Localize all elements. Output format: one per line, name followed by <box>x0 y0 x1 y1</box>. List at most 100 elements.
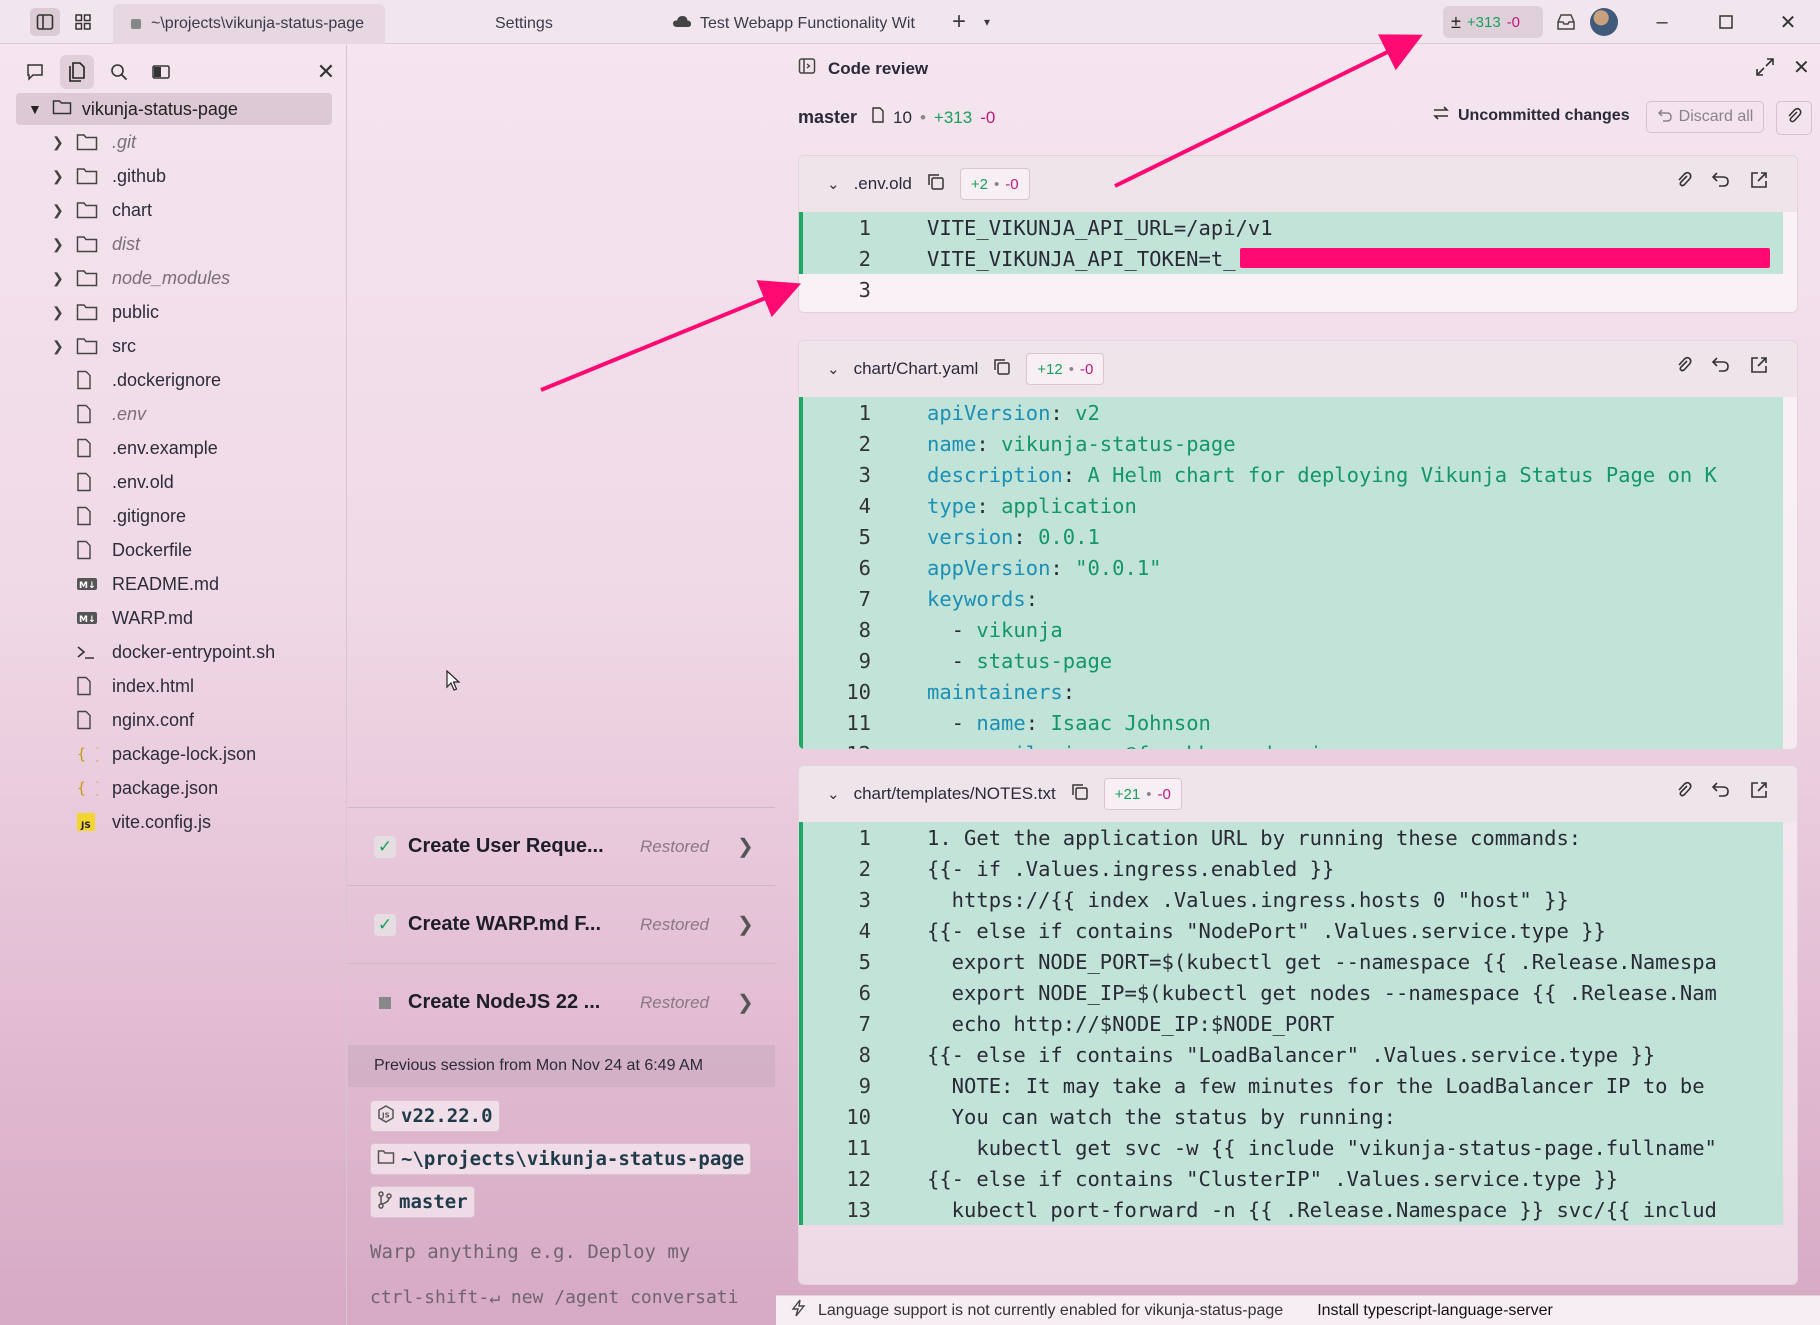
tree-item[interactable]: { } package.json <box>16 771 332 805</box>
tree-item[interactable]: { } package-lock.json <box>16 737 332 771</box>
tree-item[interactable]: ❯ dist <box>16 227 332 261</box>
uncommitted-changes-dropdown[interactable]: Uncommitted changes <box>1432 105 1630 126</box>
tab-project[interactable]: ~\projects\vikunja-status-page <box>113 4 385 44</box>
line-text: 1. Get the application URL by running th… <box>927 825 1582 850</box>
mouse-cursor-icon <box>446 670 461 691</box>
line-text: {{- if .Values.ingress.enabled }} <box>927 856 1335 881</box>
copy-icon[interactable] <box>926 172 946 197</box>
code-line: 11 - name: Isaac Johnson <box>799 707 1783 738</box>
line-content: type: application <box>927 493 1137 518</box>
revert-icon[interactable] <box>1711 170 1731 195</box>
line-number: 8 <box>858 1042 871 1067</box>
attach-all-button[interactable] <box>1776 101 1812 135</box>
branch-chip[interactable]: master <box>370 1186 475 1218</box>
diff-summary-button[interactable]: ± +313 -0 <box>1443 6 1543 38</box>
maximize-icon[interactable] <box>1700 4 1752 40</box>
diff-file: ⌄ chart/templates/NOTES.txt +21 • -0 1 1. Get … <box>798 765 1798 1285</box>
tree-root-folder[interactable]: ▼ vikunja-status-page <box>16 93 332 125</box>
chevron-right-icon: ❯ <box>52 269 64 286</box>
tree-item[interactable]: M↓ WARP.md <box>16 601 332 635</box>
tree-item[interactable]: ❯ .git <box>16 125 332 159</box>
close-review-icon[interactable]: ✕ <box>1793 55 1810 80</box>
line-number: 2 <box>858 856 871 881</box>
tree-item[interactable]: .dockerignore <box>16 363 332 397</box>
chevron-right-icon: ❯ <box>52 201 64 218</box>
expand-icon[interactable] <box>1755 57 1775 83</box>
open-external-icon[interactable] <box>1749 355 1769 380</box>
chat-icon[interactable] <box>18 55 52 89</box>
tree-item[interactable]: ❯ public <box>16 295 332 329</box>
tab-settings[interactable]: Settings <box>495 4 615 44</box>
diff-file-stat: +2 • -0 <box>959 168 1030 200</box>
line-content: email: isaac@freshbrewed.science <box>927 742 1371 750</box>
revert-icon[interactable] <box>1711 780 1731 805</box>
new-tab-plus-icon[interactable]: + <box>944 8 974 36</box>
folder-icon <box>76 337 104 355</box>
inbox-icon[interactable] <box>1551 8 1581 36</box>
tree-item[interactable]: .env.old <box>16 465 332 499</box>
collapse-chevron-icon[interactable]: ⌄ <box>827 360 840 378</box>
grid-icon[interactable] <box>68 8 98 36</box>
tree-item[interactable]: .env.example <box>16 431 332 465</box>
path-chip[interactable]: ~\projects\vikunja-status-page <box>370 1143 752 1175</box>
tree-item[interactable]: M↓ README.md <box>16 567 332 601</box>
sidebar-toggle-icon[interactable] <box>30 8 60 36</box>
collapse-chevron-icon[interactable]: ⌄ <box>827 785 840 803</box>
paperclip-icon[interactable] <box>1675 170 1693 195</box>
tree-item-label: nginx.conf <box>112 709 195 730</box>
tree-item[interactable]: Dockerfile <box>16 533 332 567</box>
files-icon[interactable] <box>60 55 94 89</box>
line-text: VITE_VIKUNJA_API_TOKEN=t_ <box>927 246 1236 271</box>
tree-item[interactable]: ❯ node_modules <box>16 261 332 295</box>
node-version-chip[interactable]: JS v22.22.0 <box>370 1100 500 1132</box>
tree-item[interactable]: .env <box>16 397 332 431</box>
close-panel-icon[interactable]: ✕ <box>309 55 343 89</box>
task-item[interactable]: ✓ Create User Reque... Restored ❯ <box>348 807 775 885</box>
diff-file-stat: +12 • -0 <box>1026 353 1105 385</box>
stop-icon <box>374 992 396 1014</box>
prompt-input[interactable]: Warp anything e.g. Deploy my <box>370 1241 690 1263</box>
yaml-key: version <box>927 524 1014 549</box>
line-content: {{- else if contains "ClusterIP" .Values… <box>927 1167 1618 1191</box>
avatar[interactable] <box>1590 8 1618 36</box>
revert-icon[interactable] <box>1711 355 1731 380</box>
close-window-icon[interactable]: ✕ <box>1762 4 1814 40</box>
copy-icon[interactable] <box>1070 782 1090 807</box>
collapse-chevron-icon[interactable]: ⌄ <box>827 175 840 193</box>
tree-item[interactable]: nginx.conf <box>16 703 332 737</box>
tree-item[interactable]: ❯ chart <box>16 193 332 227</box>
discard-all-button[interactable]: Discard all <box>1646 101 1764 133</box>
copy-icon[interactable] <box>992 357 1012 382</box>
tree-item[interactable]: .gitignore <box>16 499 332 533</box>
yaml-value: vikunja <box>976 617 1063 642</box>
split-view-icon[interactable] <box>144 55 178 89</box>
tree-item[interactable]: JS vite.config.js <box>16 805 332 839</box>
paperclip-icon[interactable] <box>1675 780 1693 805</box>
yaml-key: email <box>976 742 1038 750</box>
folder-icon <box>76 201 104 219</box>
install-language-server-link[interactable]: Install typescript-language-server <box>1317 1302 1553 1320</box>
tree-item[interactable]: ❯ src <box>16 329 332 363</box>
tree-item[interactable]: index.html <box>16 669 332 703</box>
minimize-icon[interactable]: – <box>1636 4 1688 40</box>
tree-item-label: README.md <box>112 573 220 594</box>
search-icon[interactable] <box>102 55 136 89</box>
chevron-down-icon[interactable]: ▾ <box>972 8 1002 36</box>
code-line: 7 echo http://$NODE_IP:$NODE_PORT <box>799 1008 1783 1039</box>
task-item[interactable]: Create NodeJS 22 ... Restored ❯ <box>348 963 775 1041</box>
open-external-icon[interactable] <box>1749 170 1769 195</box>
code-line: 9 - status-page <box>799 645 1783 676</box>
tree-item-label: .env <box>112 403 147 424</box>
open-external-icon[interactable] <box>1749 780 1769 805</box>
task-item[interactable]: ✓ Create WARP.md F... Restored ❯ <box>348 885 775 963</box>
folder-icon <box>76 133 104 151</box>
paperclip-icon[interactable] <box>1675 355 1693 380</box>
tree-item[interactable]: ❯ .github <box>16 159 332 193</box>
panel-toggle-icon[interactable] <box>798 57 816 80</box>
tab-test-webapp[interactable]: Test Webapp Functionality Wit <box>672 4 924 44</box>
line-content: kubectl port-forward -n {{ .Release.Name… <box>927 1198 1717 1222</box>
folder-icon <box>76 167 104 185</box>
tree-item-label: .gitignore <box>112 505 187 526</box>
line-number: 6 <box>858 555 871 580</box>
tree-item[interactable]: docker-entrypoint.sh <box>16 635 332 669</box>
